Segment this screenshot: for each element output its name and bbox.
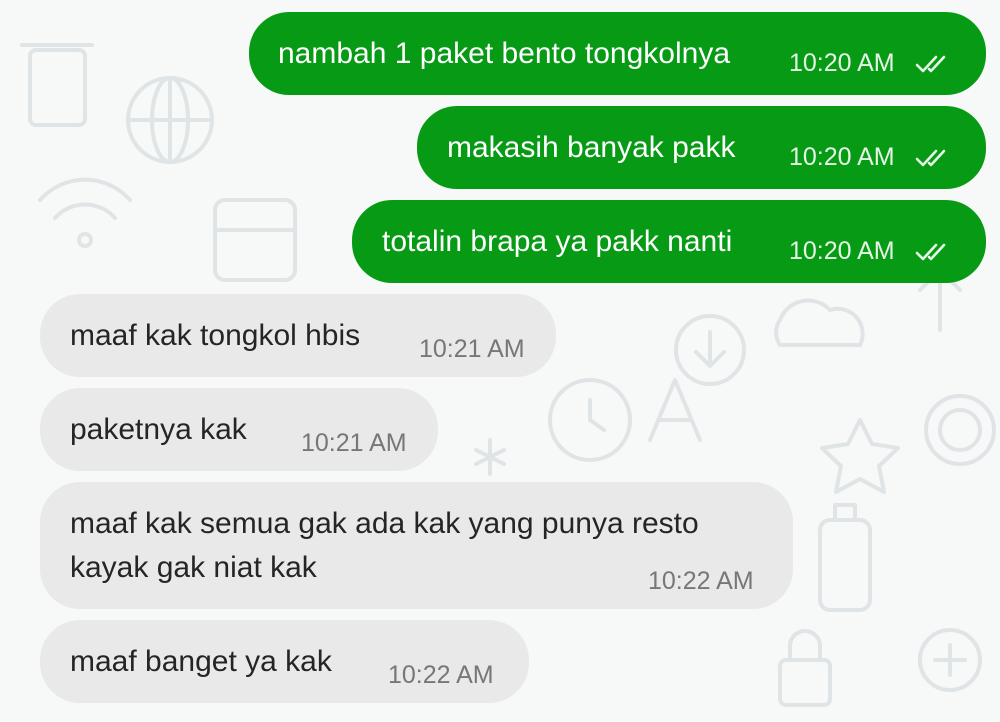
message-time: 10:20 AM <box>789 49 895 77</box>
message-text: nambah 1 paket bento tongkolnya <box>278 37 731 70</box>
incoming-message[interactable]: maaf kak tongkol hbis 10:21 AM <box>40 294 556 377</box>
outgoing-message[interactable]: nambah 1 paket bento tongkolnya 10:20 AM <box>249 12 986 95</box>
read-double-check-icon <box>915 55 946 73</box>
message-time: 10:21 AM <box>301 429 407 457</box>
message-time: 10:21 AM <box>419 335 525 363</box>
message-time: 10:20 AM <box>789 143 895 171</box>
message-text-line-1: maaf kak semua gak ada kak yang punya re… <box>70 507 699 540</box>
incoming-message[interactable]: paketnya kak 10:21 AM <box>40 388 438 471</box>
incoming-message[interactable]: maaf kak semua gak ada kak yang punya re… <box>40 482 793 609</box>
message-text: paketnya kak <box>70 413 247 446</box>
read-double-check-icon <box>915 149 946 167</box>
message-text-line-2: kayak gak niat kak <box>70 551 317 584</box>
outgoing-message[interactable]: makasih banyak pakk 10:20 AM <box>417 106 986 189</box>
message-time: 10:22 AM <box>388 661 494 689</box>
incoming-message[interactable]: maaf banget ya kak 10:22 AM <box>40 620 529 703</box>
message-time: 10:20 AM <box>789 237 895 265</box>
chat-thread[interactable]: nambah 1 paket bento tongkolnya 10:20 AM… <box>0 0 1000 722</box>
message-time: 10:22 AM <box>648 567 754 595</box>
outgoing-message[interactable]: totalin brapa ya pakk nanti 10:20 AM <box>352 200 986 283</box>
message-text: maaf kak tongkol hbis <box>70 319 361 352</box>
message-text: maaf banget ya kak <box>70 645 332 678</box>
message-text: totalin brapa ya pakk nanti <box>382 225 733 258</box>
message-text: makasih banyak pakk <box>447 131 736 164</box>
read-double-check-icon <box>915 243 946 261</box>
